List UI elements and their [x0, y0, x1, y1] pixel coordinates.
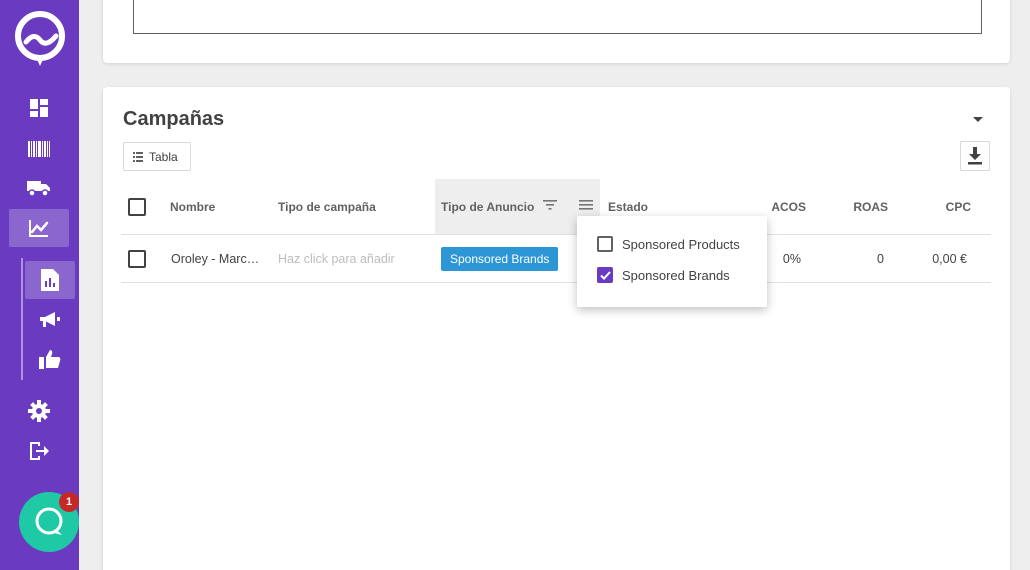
- filter-checkbox-sponsored-products[interactable]: [597, 236, 613, 252]
- nav-reviews[interactable]: [25, 340, 75, 378]
- nav-settings[interactable]: [9, 392, 69, 430]
- view-mode-button[interactable]: Tabla: [123, 142, 191, 171]
- nav-campaigns[interactable]: [25, 301, 75, 339]
- dashboard-icon: [30, 99, 48, 117]
- download-button[interactable]: [960, 141, 990, 171]
- select-all-cell: [128, 179, 146, 234]
- table-row[interactable]: Oroley - Marc… Haz click para añadir Spo…: [121, 235, 991, 283]
- check-icon: [599, 270, 611, 280]
- chat-notification-badge: 1: [59, 492, 79, 512]
- campaign-name[interactable]: Oroley - Marc…: [171, 235, 259, 282]
- thumbs-up-icon: [39, 350, 61, 369]
- caret-down-icon: [973, 116, 983, 122]
- chat-icon: [35, 507, 63, 535]
- collapse-toggle[interactable]: [972, 114, 984, 124]
- filter-checkbox-sponsored-brands[interactable]: [597, 267, 613, 283]
- col-header-ad-type-label: Tipo de Anuncio: [441, 199, 535, 214]
- campaigns-panel: Campañas Tabla Nombre Tipo de campaña Ti…: [103, 87, 1010, 570]
- menu-icon[interactable]: [579, 200, 593, 210]
- view-mode-label: Tabla: [149, 149, 178, 164]
- filter-option-sponsored-brands[interactable]: Sponsored Brands: [597, 267, 730, 283]
- ad-type-badge: Sponsored Brands: [441, 246, 559, 271]
- truck-icon: [27, 181, 50, 197]
- sidebar: [0, 0, 79, 570]
- gear-icon: [28, 400, 50, 422]
- select-all-checkbox[interactable]: [128, 197, 146, 216]
- ad-type-filter-menu: Sponsored Products Sponsored Brands: [577, 216, 767, 307]
- megaphone-icon: [40, 312, 60, 327]
- nav-analytics[interactable]: [9, 209, 69, 247]
- report-icon: [41, 269, 59, 291]
- row-checkbox[interactable]: [128, 249, 146, 268]
- filter-option-label: Sponsored Products: [622, 236, 740, 252]
- filter-icon[interactable]: [543, 200, 557, 210]
- nav-shipping[interactable]: [9, 169, 69, 207]
- barcode-icon: [28, 141, 50, 157]
- col-header-ad-type[interactable]: Tipo de Anuncio: [435, 179, 600, 234]
- filter-option-sponsored-products[interactable]: Sponsored Products: [597, 236, 740, 252]
- nav-dashboard[interactable]: [9, 89, 69, 127]
- submenu-divider: [21, 258, 23, 380]
- table-header: Nombre Tipo de campaña Tipo de Anuncio E…: [121, 179, 991, 235]
- download-icon: [968, 147, 982, 165]
- filter-option-label: Sponsored Brands: [622, 267, 730, 283]
- analytics-icon: [29, 220, 49, 237]
- page-title: Campañas: [123, 108, 225, 130]
- col-header-cpc[interactable]: CPC: [921, 179, 971, 234]
- roas-value: 0: [877, 251, 884, 266]
- nav-reports[interactable]: [25, 261, 75, 299]
- app-logo[interactable]: [12, 8, 68, 68]
- table-icon: [133, 151, 143, 162]
- logout-icon: [30, 442, 49, 460]
- campaign-type-placeholder[interactable]: Haz click para añadir: [278, 235, 395, 282]
- nav-logout[interactable]: [9, 432, 69, 470]
- cpc-value: 0,00 €: [932, 251, 967, 266]
- col-header-roas[interactable]: ROAS: [836, 179, 888, 234]
- ad-type-cell: Sponsored Brands: [441, 235, 559, 282]
- col-header-campaign-type[interactable]: Tipo de campaña: [278, 179, 376, 234]
- top-panel-frame: [133, 0, 982, 34]
- col-header-name[interactable]: Nombre: [170, 179, 215, 234]
- row-select-cell: [128, 235, 146, 282]
- nav-products[interactable]: [9, 130, 69, 168]
- top-panel: [103, 0, 1010, 63]
